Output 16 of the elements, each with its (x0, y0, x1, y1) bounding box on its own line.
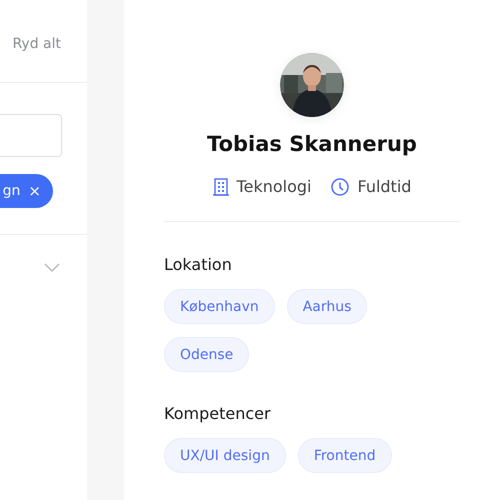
clear-all-link[interactable]: Ryd alt (12, 36, 61, 52)
clock-icon (331, 178, 350, 196)
section-title: Kompetencer (164, 404, 272, 423)
tag: Frontend (298, 438, 392, 473)
search-field[interactable] (0, 114, 62, 157)
tag: København (164, 289, 275, 324)
profile-name: Tobias Skannerup (207, 132, 417, 156)
chevron-down-icon[interactable] (44, 263, 60, 272)
section-title: Lokation (164, 255, 233, 274)
industry-label: Teknologi (236, 177, 312, 196)
employment-label: Fuldtid (357, 177, 412, 196)
tag: Aarhus (286, 289, 368, 324)
filter-chip[interactable]: gn × (0, 174, 53, 208)
tag: UX/UI design (164, 438, 286, 473)
building-icon (212, 178, 229, 196)
tag: Odense (164, 337, 250, 372)
